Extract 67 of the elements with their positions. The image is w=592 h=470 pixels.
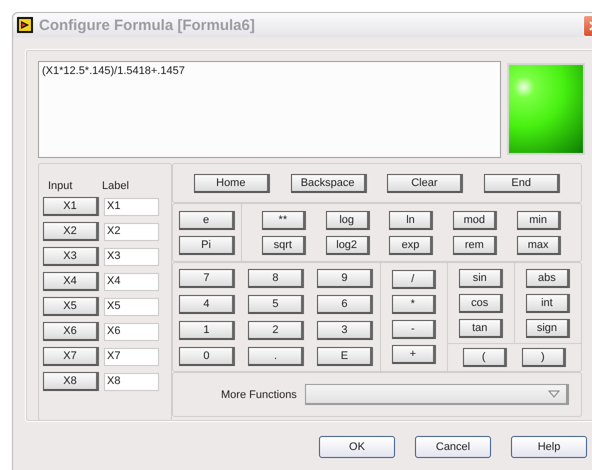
key-button[interactable]: Backspace: [290, 174, 367, 192]
input-button[interactable]: X4: [43, 272, 99, 291]
label-field[interactable]: X4: [104, 272, 159, 290]
input-button[interactable]: X6: [43, 322, 99, 341]
label-field[interactable]: X6: [104, 322, 159, 340]
key-button[interactable]: 9: [317, 268, 374, 288]
key-button[interactable]: 5: [248, 294, 304, 314]
input-button[interactable]: X7: [43, 347, 99, 366]
key-button[interactable]: sign: [526, 318, 570, 338]
key-button[interactable]: 0: [179, 346, 236, 366]
dropdown-arrow-icon: [548, 390, 560, 398]
column-header: Label: [102, 180, 130, 192]
key-button[interactable]: 1: [179, 320, 236, 340]
input-button[interactable]: X5: [43, 297, 99, 316]
formula-field[interactable]: (X1*12.5*.145)/1.5418+.1457: [38, 61, 501, 158]
key-button[interactable]: Clear: [387, 174, 464, 192]
key-button[interactable]: ): [522, 348, 566, 367]
dialog-button[interactable]: Cancel: [415, 436, 491, 458]
key-button[interactable]: .: [248, 346, 304, 366]
key-button[interactable]: 8: [248, 268, 304, 288]
key-button[interactable]: rem: [453, 236, 498, 254]
key-button[interactable]: sin: [458, 268, 503, 288]
label-field[interactable]: X2: [104, 222, 159, 240]
key-button[interactable]: 7: [179, 268, 236, 288]
label-field[interactable]: X3: [104, 248, 159, 266]
key-button[interactable]: (: [462, 348, 507, 367]
label-field[interactable]: X5: [104, 298, 159, 316]
key-button[interactable]: log2: [326, 236, 370, 254]
key-button[interactable]: -: [392, 320, 436, 339]
input-button[interactable]: X1: [43, 197, 99, 216]
key-button[interactable]: sqrt: [262, 236, 306, 254]
key-button[interactable]: abs: [526, 268, 570, 288]
input-button[interactable]: X3: [43, 247, 99, 266]
key-button[interactable]: 6: [317, 294, 374, 314]
key-button[interactable]: Pi: [179, 236, 235, 254]
input-button[interactable]: X2: [43, 222, 99, 241]
key-button[interactable]: End: [484, 174, 560, 192]
key-button[interactable]: log: [326, 210, 370, 230]
key-button[interactable]: min: [517, 210, 562, 230]
label-field[interactable]: X7: [104, 348, 159, 366]
window-title: Configure Formula [Formula6]: [39, 16, 255, 34]
key-button[interactable]: /: [392, 270, 436, 289]
key-button[interactable]: 2: [248, 320, 304, 340]
key-button[interactable]: exp: [389, 236, 434, 254]
label-field[interactable]: X8: [104, 372, 159, 390]
dialog-button[interactable]: Help: [511, 436, 587, 458]
key-button[interactable]: cos: [458, 294, 503, 312]
key-button[interactable]: e: [179, 210, 235, 230]
key-button[interactable]: *: [392, 295, 436, 314]
label-field[interactable]: X1: [104, 198, 159, 216]
key-button[interactable]: int: [526, 294, 570, 312]
input-button[interactable]: X8: [43, 372, 99, 391]
key-button[interactable]: 3: [317, 320, 374, 340]
key-button[interactable]: **: [262, 210, 306, 230]
column-header: Input: [48, 180, 74, 192]
key-button[interactable]: Home: [194, 174, 270, 192]
key-button[interactable]: ln: [389, 210, 434, 230]
dialog-button[interactable]: OK: [319, 436, 395, 458]
key-button[interactable]: +: [392, 345, 436, 364]
key-button[interactable]: mod: [453, 210, 498, 230]
key-button[interactable]: 4: [179, 294, 236, 314]
functions-dropdown[interactable]: [304, 384, 569, 405]
key-button[interactable]: E: [317, 346, 374, 366]
key-button[interactable]: tan: [458, 318, 503, 338]
more-functions-label: More Functions: [221, 388, 297, 400]
app-icon: [17, 17, 33, 33]
key-button[interactable]: max: [517, 236, 562, 254]
